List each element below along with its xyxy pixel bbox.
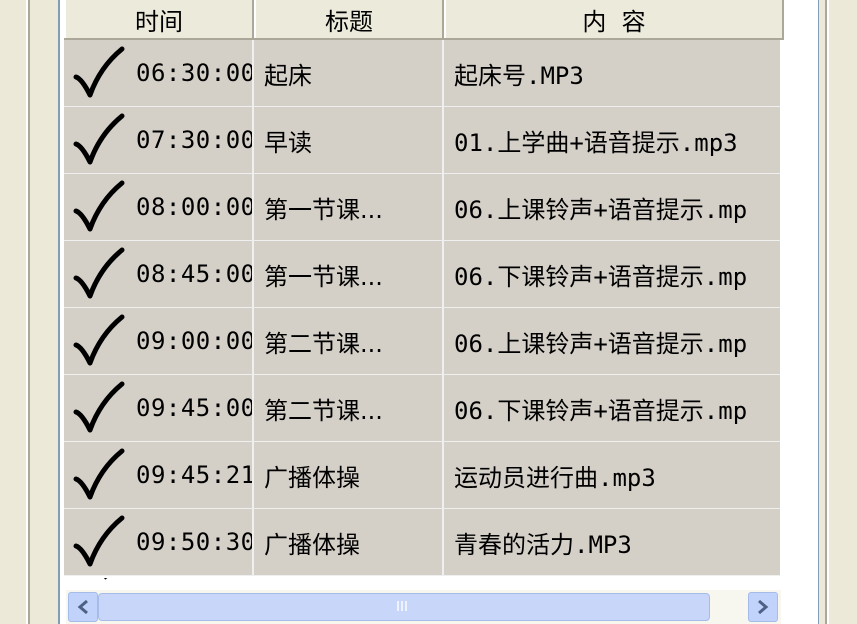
content-cell: 06.下课铃声+语音提示.mp — [454, 396, 748, 425]
time-value: 08:45:00 — [136, 260, 254, 288]
column-header-time[interactable]: 时间 — [64, 0, 254, 38]
title-cell: 起床 — [254, 40, 444, 106]
title-cell: 早读 — [254, 107, 444, 173]
time-cell: 07:30:00 — [64, 107, 254, 173]
content-cell: 起床号.MP3 — [454, 61, 584, 90]
time-value: 06:30:00 — [136, 59, 254, 87]
title-cell: 第二节课... — [254, 375, 444, 441]
time-value: 07:30:00 — [136, 126, 254, 154]
content-cell: 运动员进行曲.mp3 — [454, 463, 656, 492]
time-cell: 08:00:00 — [64, 174, 254, 240]
checkmark-icon[interactable] — [70, 311, 130, 371]
checkmark-icon[interactable] — [70, 445, 130, 505]
scroll-right-button[interactable] — [748, 592, 778, 622]
horizontal-scrollbar[interactable] — [66, 590, 781, 624]
title-cell: 第二节课... — [254, 308, 444, 374]
time-cell: 09:50:30 — [64, 509, 254, 575]
content-cell: 06.下课铃声+语音提示.mp — [454, 262, 748, 291]
table-row[interactable]: 09:45:00 第二节课... 06.下课铃声+语音提示.mp — [64, 375, 780, 442]
time-value: 09:45:00 — [136, 394, 254, 422]
schedule-list-view[interactable]: 时间 标题 内 容 06:30:00 起床 起床号.MP3 07:30:00 早读 01.… — [58, 0, 819, 624]
content-cell: 06.上课铃声+语音提示.mp — [454, 195, 748, 224]
time-cell: 09:45:21 — [64, 442, 254, 508]
time-value: 09:50:30 — [136, 528, 254, 556]
window-frame-left-shadow — [28, 0, 30, 624]
table-row[interactable]: 09:45:21 广播体操 运动员进行曲.mp3 — [64, 442, 780, 509]
scroll-left-button[interactable] — [68, 592, 98, 622]
title-cell: 广播体操 — [254, 442, 444, 508]
table-row[interactable]: 09:50:30 广播体操 青春的活力.MP3 — [64, 509, 780, 576]
list-header: 时间 标题 内 容 — [64, 0, 784, 40]
partial-row-check-icon — [104, 578, 108, 580]
table-row[interactable]: 07:30:00 早读 01.上学曲+语音提示.mp3 — [64, 107, 780, 174]
time-cell: 09:00:00 — [64, 308, 254, 374]
chevron-left-icon — [77, 599, 88, 615]
checkmark-icon[interactable] — [70, 43, 130, 103]
checkmark-icon[interactable] — [70, 378, 130, 438]
table-row[interactable]: 08:00:00 第一节课... 06.上课铃声+语音提示.mp — [64, 174, 780, 241]
content-cell: 青春的活力.MP3 — [454, 530, 632, 559]
time-cell: 06:30:00 — [64, 40, 254, 106]
content-cell: 06.上课铃声+语音提示.mp — [454, 329, 748, 358]
column-header-title[interactable]: 标题 — [254, 0, 444, 38]
table-row[interactable]: 08:45:00 第一节课... 06.下课铃声+语音提示.mp — [64, 241, 780, 308]
column-header-content[interactable]: 内 容 — [444, 0, 784, 38]
table-row[interactable]: 06:30:00 起床 起床号.MP3 — [64, 40, 780, 107]
time-value: 09:45:21 — [136, 461, 254, 489]
horizontal-scroll-thumb[interactable] — [98, 593, 710, 621]
time-value: 09:00:00 — [136, 327, 254, 355]
checkmark-icon[interactable] — [70, 244, 130, 304]
window-frame-right — [827, 0, 829, 624]
title-cell: 第一节课... — [254, 174, 444, 240]
time-cell: 08:45:00 — [64, 241, 254, 307]
checkmark-icon[interactable] — [70, 110, 130, 170]
table-row[interactable]: 09:00:00 第二节课... 06.上课铃声+语音提示.mp — [64, 308, 780, 375]
chevron-right-icon — [758, 599, 769, 615]
title-cell: 第一节课... — [254, 241, 444, 307]
checkmark-icon[interactable] — [70, 177, 130, 237]
title-cell: 广播体操 — [254, 509, 444, 575]
list-rows: 06:30:00 起床 起床号.MP3 07:30:00 早读 01.上学曲+语音提示.m… — [64, 40, 780, 576]
time-value: 08:00:00 — [136, 193, 254, 221]
content-cell: 01.上学曲+语音提示.mp3 — [454, 128, 738, 157]
checkmark-icon[interactable] — [70, 512, 130, 572]
time-cell: 09:45:00 — [64, 375, 254, 441]
